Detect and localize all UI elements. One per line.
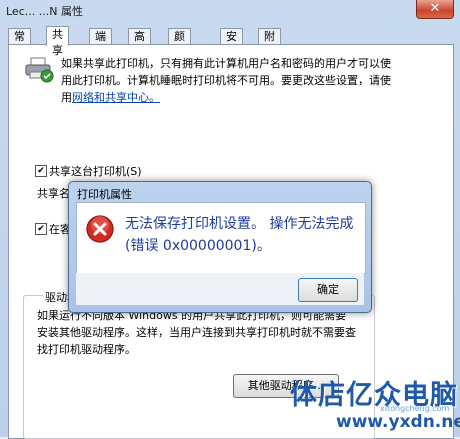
network-sharing-center-link[interactable]: 网络和共享中心。 xyxy=(72,91,160,104)
dialog-footer: 确定 xyxy=(76,273,364,305)
watermark-url: www.yxdn.net xyxy=(336,412,460,432)
tab-attachments[interactable]: 附件 xyxy=(258,28,281,59)
sharing-description: 如果共享此打印机，只有拥有此计算机用户名和密码的用户才可以使用此打印机。计算机睡… xyxy=(61,55,396,106)
drivers-description: 如果运行不同版本 Windows 的用户共享此打印机，则可能需要安装其他驱动程序… xyxy=(37,309,356,356)
shared-printer-icon xyxy=(25,57,54,83)
error-dialog: 打印机属性 无法保存打印机设置。 操作无法完成(错误 0x00000001)。 … xyxy=(68,181,372,313)
error-icon xyxy=(86,215,114,243)
tab-ports[interactable]: 端口 xyxy=(89,28,112,59)
title-bar[interactable]: Lec... ...N 属性 ✕ xyxy=(0,0,460,20)
dialog-body: 无法保存打印机设置。 操作无法完成(错误 0x00000001)。 xyxy=(76,202,366,274)
tab-sharing[interactable]: 共享 xyxy=(46,26,69,57)
window-title: Lec... ...N 属性 xyxy=(6,5,83,18)
dialog-title: 打印机属性 xyxy=(77,188,132,201)
tab-color-management[interactable]: 颜色管理 xyxy=(168,28,191,91)
tab-security[interactable]: 安全 xyxy=(220,28,243,59)
tab-advanced[interactable]: 高级 xyxy=(128,28,151,59)
share-printer-label: 共享这台打印机(S) xyxy=(49,165,142,178)
render-jobs-checkbox[interactable]: ✔ xyxy=(35,223,47,235)
ok-button[interactable]: 确定 xyxy=(298,278,358,302)
tab-general[interactable]: 常规 xyxy=(8,28,31,59)
share-printer-checkbox[interactable]: ✔ xyxy=(35,165,47,177)
error-message: 无法保存打印机设置。 操作无法完成(错误 0x00000001)。 xyxy=(125,216,354,254)
close-button[interactable]: ✕ xyxy=(416,0,454,19)
